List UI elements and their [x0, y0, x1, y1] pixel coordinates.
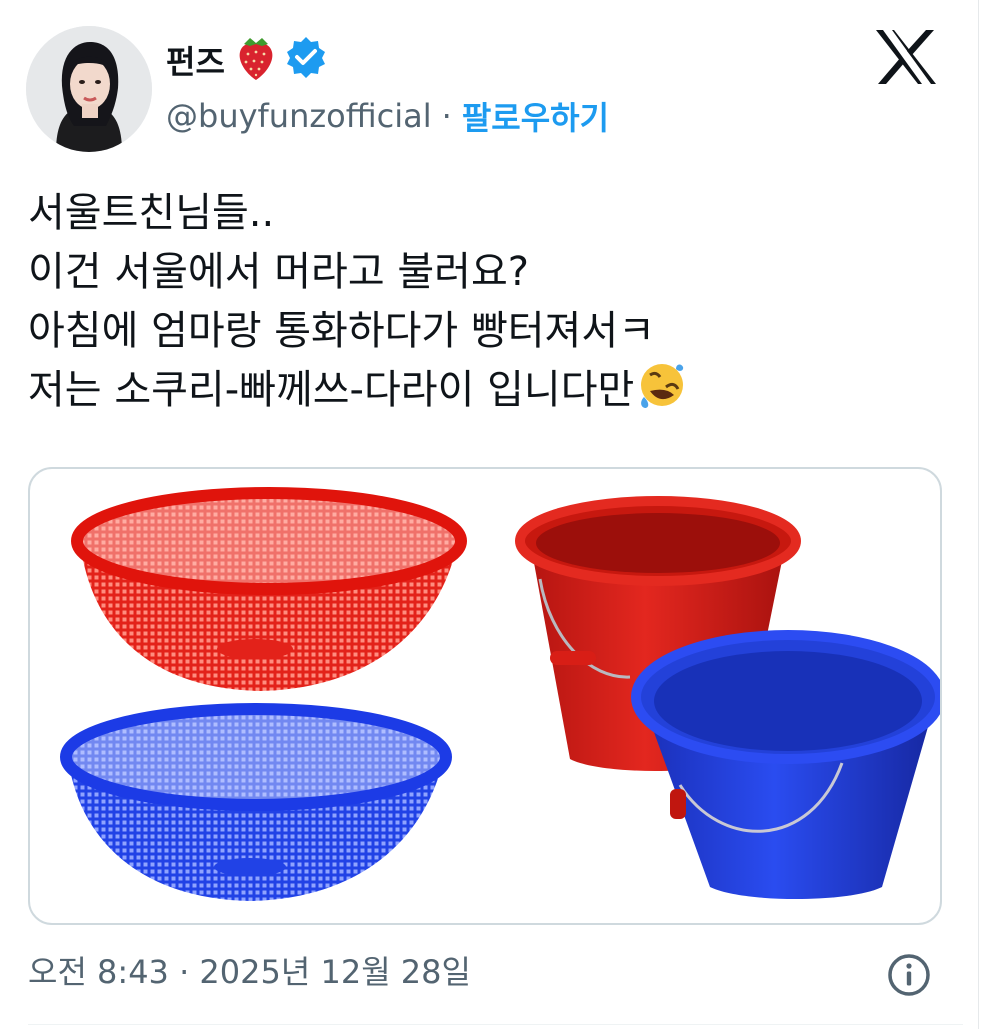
rolling-laughing-emoji-icon: [641, 364, 684, 408]
tweet-timestamp[interactable]: 오전 8:43 · 2025년 12월 28일: [28, 944, 471, 996]
strawberry-icon: [239, 38, 273, 80]
avatar[interactable]: [26, 26, 152, 152]
tweet-line-4-wrapper: 저는 소쿠리-빠께쓰-다라이 입니다만: [28, 361, 968, 420]
media-image[interactable]: [28, 467, 942, 925]
avatar-photo: [26, 26, 152, 152]
tweet-card: 펀즈 @buyfunzofficial · 팔로우하기 서울트친님들.. 이건 …: [0, 0, 991, 1029]
divider: [28, 1024, 963, 1025]
display-name[interactable]: 펀즈: [166, 34, 225, 86]
separator-dot: ·: [441, 97, 452, 135]
tweet-line-2: 이건 서울에서 머라고 불러요?: [28, 249, 529, 295]
name-icons: [236, 32, 328, 82]
info-icon[interactable]: [886, 952, 932, 998]
follow-button[interactable]: 팔로우하기: [462, 93, 609, 139]
handle-row: @buyfunzofficial · 팔로우하기: [166, 92, 609, 140]
verified-badge-icon: [287, 37, 325, 78]
blue-bucket: [631, 630, 940, 899]
blue-colander: [60, 703, 452, 901]
scroll-edge: [978, 0, 979, 1029]
red-colander: [71, 487, 467, 691]
tweet-text: 서울트친님들.. 이건 서울에서 머라고 불러요? 아침에 엄마랑 통화하다가 …: [28, 184, 968, 420]
tweet-line-3: 아침에 엄마랑 통화하다가 빵터져서ㅋ: [28, 308, 655, 354]
product-photo: [60, 487, 940, 901]
tweet-line-4: 저는 소쿠리-빠께쓰-다라이 입니다만: [28, 367, 635, 413]
user-handle[interactable]: @buyfunzofficial: [166, 97, 432, 135]
tweet-line-1: 서울트친님들..: [28, 190, 275, 236]
x-logo-icon[interactable]: [874, 28, 938, 86]
